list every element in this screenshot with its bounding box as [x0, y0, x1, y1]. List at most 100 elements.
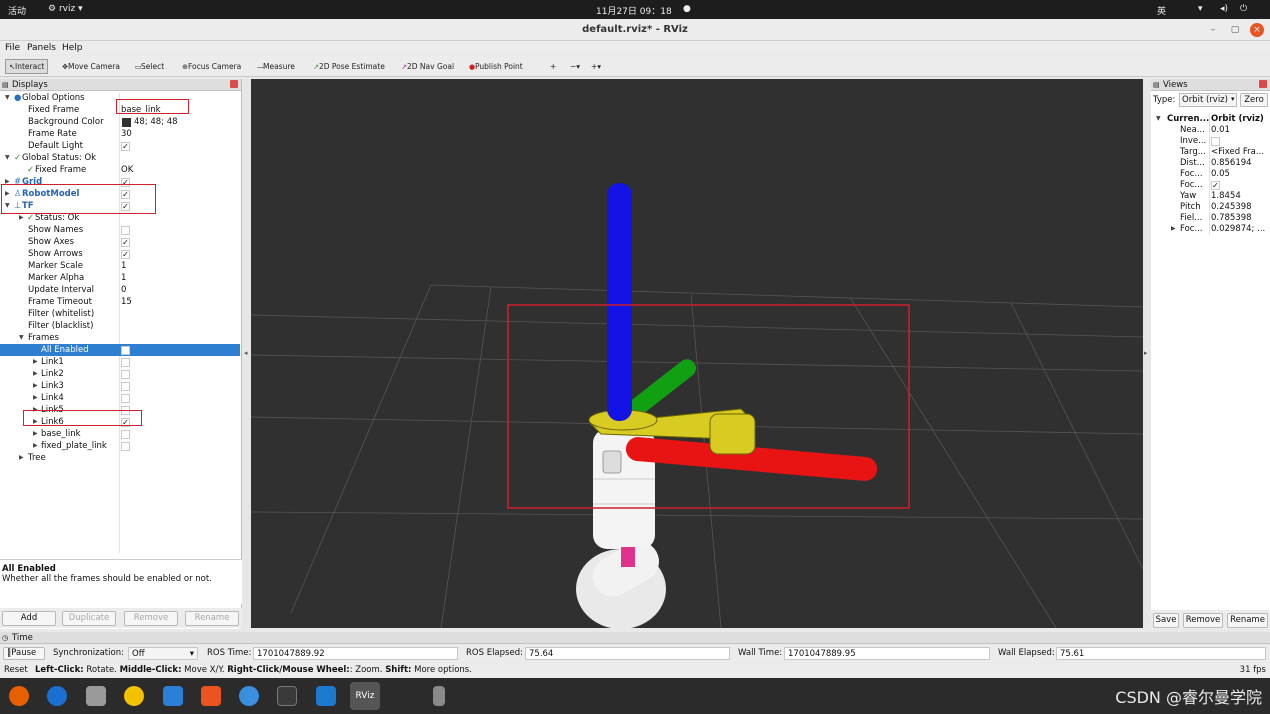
prop-default-light[interactable]: Default Light ✓ [0, 140, 240, 152]
zero-button[interactable]: Zero [1240, 93, 1268, 107]
frame-checkbox[interactable] [121, 394, 130, 403]
prop-frame-rate[interactable]: Frame Rate 30 [0, 128, 240, 140]
tool-options-icon[interactable]: +▾ [588, 60, 604, 73]
expand-arrow-icon[interactable]: ▶ [1171, 223, 1176, 235]
interact-tool[interactable]: ↖Interact [5, 59, 49, 74]
collapse-left-icon[interactable]: ◂ [244, 349, 248, 357]
prop-marker-scale[interactable]: Marker Scale 1 [0, 260, 240, 272]
color-swatch[interactable] [122, 118, 131, 127]
show-arrows-checkbox[interactable]: ✓ [121, 250, 130, 259]
wall-time-field[interactable]: 1701047889.95 [784, 647, 990, 660]
prop-marker-alpha[interactable]: Marker Alpha 1 [0, 272, 240, 284]
expand-arrow-icon[interactable]: ▶ [33, 428, 38, 440]
prop-show-axes[interactable]: Show Axes ✓ [0, 236, 240, 248]
tree-item-global-status[interactable]: ▼ ✓ Global Status: Ok [0, 152, 240, 164]
clock[interactable]: 11月27日 09：18 [596, 4, 672, 17]
expand-arrow-icon[interactable]: ▶ [19, 452, 24, 464]
collapse-right-icon[interactable]: ▸ [1144, 349, 1148, 357]
expand-arrow-icon[interactable]: ▼ [5, 92, 10, 104]
menu-panels[interactable]: Panels [27, 43, 56, 53]
rename-view-button[interactable]: Rename [1227, 613, 1268, 628]
files-icon[interactable] [86, 686, 106, 706]
wifi-icon[interactable]: ▾ [1198, 4, 1203, 14]
help-icon[interactable] [239, 686, 259, 706]
pause-button[interactable]: ‖Pause [3, 647, 45, 660]
thunderbird-icon[interactable] [47, 686, 67, 706]
remove-view-button[interactable]: Remove [1183, 613, 1223, 628]
tree-item-frames[interactable]: ▼ Frames [0, 332, 240, 344]
save-view-button[interactable]: Save [1153, 613, 1179, 628]
prop-filter-blacklist[interactable]: Filter (blacklist) [0, 320, 240, 332]
focal-shape-checkbox[interactable]: ✓ [1211, 181, 1220, 190]
expand-arrow-icon[interactable]: ▶ [33, 368, 38, 380]
show-names-checkbox[interactable] [121, 226, 130, 235]
tree-item-all-enabled[interactable]: All Enabled [0, 344, 240, 356]
add-tool-icon[interactable]: + [547, 60, 559, 73]
software-center-icon[interactable] [201, 686, 221, 706]
reset-button[interactable]: Reset [4, 663, 28, 678]
language-indicator[interactable]: 英 [1157, 4, 1166, 17]
rename-display-button[interactable]: Rename [185, 611, 239, 626]
duplicate-display-button[interactable]: Duplicate [62, 611, 116, 626]
menu-help[interactable]: Help [62, 43, 83, 53]
select-tool[interactable]: ▭Select [132, 60, 167, 73]
expand-arrow-icon[interactable]: ▶ [33, 356, 38, 368]
frame-item[interactable]: ▶ fixed_plate_link [0, 440, 240, 452]
sync-select[interactable]: Off ▾ [128, 647, 198, 660]
frame-item[interactable]: ▶ base_link [0, 428, 240, 440]
wall-elapsed-field[interactable]: 75.61 [1056, 647, 1266, 660]
frame-checkbox[interactable] [121, 430, 130, 439]
menu-file[interactable]: File [5, 43, 20, 53]
frame-checkbox[interactable] [121, 382, 130, 391]
expand-arrow-icon[interactable]: ▼ [5, 152, 10, 164]
vscode-icon[interactable] [316, 686, 336, 706]
all-enabled-checkbox[interactable] [121, 346, 130, 355]
expand-arrow-icon[interactable]: ▶ [33, 440, 38, 452]
frame-checkbox[interactable] [121, 442, 130, 451]
prop-filter-whitelist[interactable]: Filter (whitelist) [0, 308, 240, 320]
firefox-icon[interactable] [9, 686, 29, 706]
default-light-checkbox[interactable]: ✓ [121, 142, 130, 151]
frame-item[interactable]: ▶ Link3 [0, 380, 240, 392]
volume-icon[interactable]: ◂) [1220, 4, 1228, 14]
close-panel-icon[interactable] [230, 80, 238, 88]
chevron-down-icon[interactable]: ▾ [1231, 95, 1235, 103]
invert-checkbox[interactable] [1211, 137, 1220, 146]
maximize-icon[interactable]: ▢ [1228, 23, 1242, 37]
prop-show-arrows[interactable]: Show Arrows ✓ [0, 248, 240, 260]
expand-arrow-icon[interactable]: ▼ [19, 332, 24, 344]
remove-tool-icon[interactable]: −▾ [567, 60, 583, 73]
prop-update-interval[interactable]: Update Interval 0 [0, 284, 240, 296]
activities-button[interactable]: 活动 [8, 4, 26, 17]
publish-point-tool[interactable]: ●Publish Point [466, 60, 526, 73]
pose-estimate-tool[interactable]: ↗2D Pose Estimate [310, 60, 388, 73]
app-menu[interactable]: ⚙ rviz ▾ [48, 4, 83, 14]
minimize-icon[interactable]: – [1206, 23, 1220, 37]
view-prop[interactable]: ▶ Foc... 0.029874; ... [1151, 223, 1270, 235]
right-splitter[interactable]: ▸ [1143, 79, 1151, 628]
measure-tool[interactable]: —Measure [254, 60, 298, 73]
prop-status-fixed-frame[interactable]: ✓ Fixed Frame OK [0, 164, 240, 176]
show-axes-checkbox[interactable]: ✓ [121, 238, 130, 247]
writer-icon[interactable] [163, 686, 183, 706]
frame-checkbox[interactable] [121, 370, 130, 379]
prop-show-names[interactable]: Show Names [0, 224, 240, 236]
focus-camera-tool[interactable]: ⊕Focus Camera [179, 60, 244, 73]
terminal-icon[interactable] [277, 686, 297, 706]
nav-goal-tool[interactable]: ↗2D Nav Goal [398, 60, 457, 73]
prop-background-color[interactable]: Background Color 48; 48; 48 [0, 116, 240, 128]
move-camera-tool[interactable]: ✥Move Camera [59, 60, 123, 73]
power-icon[interactable]: ⏻ [1240, 4, 1247, 14]
frame-checkbox[interactable] [121, 358, 130, 367]
close-panel-icon[interactable] [1259, 80, 1267, 88]
ros-elapsed-field[interactable]: 75.64 [525, 647, 730, 660]
scene-render[interactable] [251, 79, 1143, 628]
usb-drive-icon[interactable] [433, 686, 445, 706]
view-type-select[interactable]: Orbit (rviz) [1179, 93, 1237, 107]
frame-item[interactable]: ▶ Link1 [0, 356, 240, 368]
expand-arrow-icon[interactable]: ▶ [33, 392, 38, 404]
left-splitter[interactable]: ◂ [243, 79, 251, 628]
ros-time-field[interactable]: 1701047889.92 [253, 647, 458, 660]
remove-display-button[interactable]: Remove [124, 611, 178, 626]
close-icon[interactable]: × [1250, 23, 1264, 37]
